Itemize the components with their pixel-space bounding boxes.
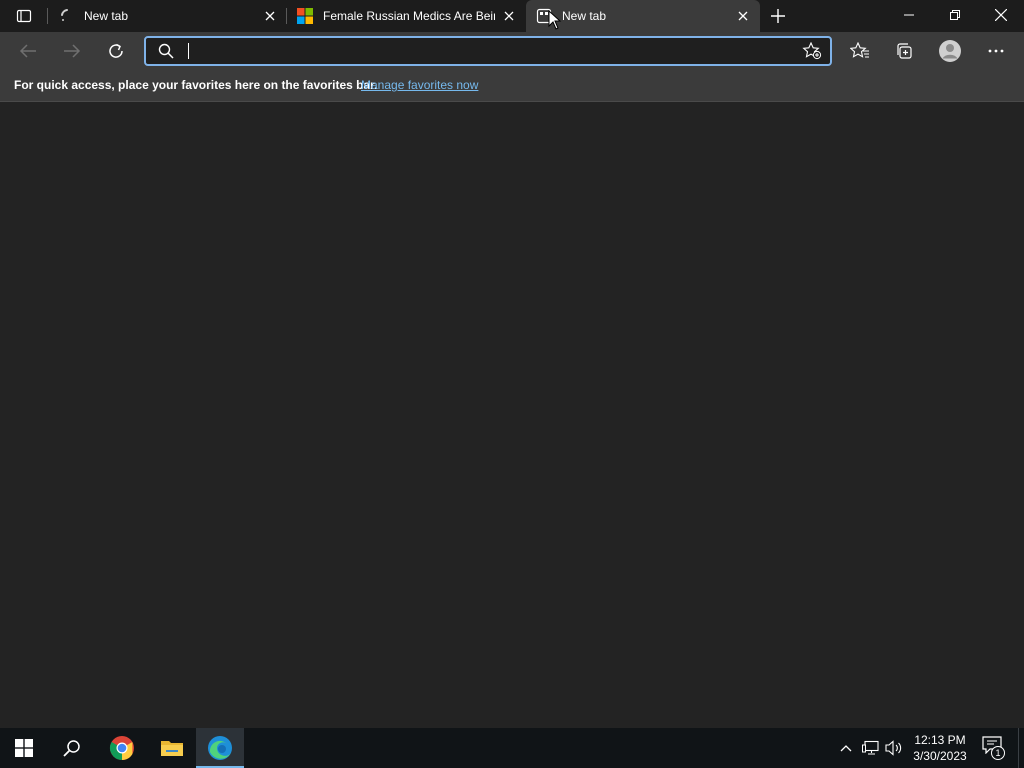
settings-more-button[interactable]: [980, 36, 1012, 66]
text-caret: [188, 43, 189, 59]
start-button[interactable]: [0, 728, 48, 768]
search-button[interactable]: [48, 728, 96, 768]
edge-taskbar-button[interactable]: [196, 728, 244, 768]
minimize-icon: [904, 14, 914, 16]
refresh-icon: [109, 43, 123, 58]
edge-icon: [208, 736, 232, 760]
chrome-icon: [109, 736, 134, 760]
show-desktop-button[interactable]: [1018, 728, 1019, 768]
clock-time: 12:13 PM: [914, 733, 966, 747]
notification-count-badge: 1: [991, 746, 1005, 760]
manage-favorites-link[interactable]: Manage favorites now: [361, 78, 478, 92]
tab-close-icon[interactable]: [262, 8, 278, 24]
avatar-icon: [939, 40, 961, 62]
show-hidden-icons-button[interactable]: [836, 728, 856, 768]
clock-date: 3/30/2023: [913, 749, 967, 763]
browser-toolbar: [0, 32, 1024, 70]
plus-icon: [771, 9, 785, 23]
tab-new-tab-1[interactable]: New tab: [48, 0, 286, 32]
minimize-button[interactable]: [886, 0, 932, 30]
page-content: [0, 103, 1024, 728]
chrome-taskbar-button[interactable]: [98, 728, 146, 768]
close-window-button[interactable]: [978, 0, 1024, 30]
profile-button[interactable]: [934, 36, 966, 66]
tab-close-icon[interactable]: [735, 8, 751, 24]
search-icon: [63, 740, 80, 757]
back-button[interactable]: [12, 36, 44, 66]
forward-button[interactable]: [56, 36, 88, 66]
taskbar: 12:13 PM 3/30/2023 1: [0, 728, 1024, 768]
arrow-left-icon: [19, 44, 36, 58]
windows-logo-icon: [15, 739, 33, 757]
speaker-icon: [885, 740, 902, 756]
address-bar[interactable]: [144, 36, 832, 66]
mouse-cursor-icon: [548, 10, 562, 30]
folder-icon: [161, 741, 183, 756]
more-dots-icon: [988, 49, 1004, 53]
address-input[interactable]: [184, 41, 784, 61]
refresh-button[interactable]: [100, 36, 132, 66]
tab-female-russian-medics[interactable]: Female Russian Medics Are Being: [287, 0, 525, 32]
taskbar-clock[interactable]: 12:13 PM 3/30/2023: [905, 732, 975, 764]
favorites-star-icon: [850, 42, 869, 58]
tab-strip: New tab Female Russian Medics Are Being: [0, 0, 1024, 32]
tab-actions-button[interactable]: [8, 4, 40, 28]
favorites-bar: For quick access, place your favorites h…: [0, 70, 1024, 102]
loading-icon: [58, 8, 74, 24]
chevron-up-icon: [840, 745, 852, 752]
tab-title: New tab: [84, 9, 129, 23]
search-icon: [158, 43, 174, 59]
tab-title: New tab: [562, 9, 607, 23]
network-icon: [862, 740, 879, 755]
new-tab-button[interactable]: [764, 4, 792, 28]
tab-close-icon[interactable]: [501, 8, 517, 24]
restore-button[interactable]: [932, 0, 978, 30]
add-favorite-button[interactable]: [802, 42, 822, 60]
star-plus-icon: [802, 42, 822, 60]
restore-icon: [950, 10, 960, 20]
microsoft-logo-icon: [297, 8, 313, 24]
collections-icon: [897, 43, 912, 59]
favorites-button[interactable]: [844, 36, 876, 66]
action-center-button[interactable]: 1: [982, 736, 1006, 760]
network-button[interactable]: [860, 728, 882, 768]
close-icon: [995, 9, 1007, 21]
tab-title: Female Russian Medics Are Being: [323, 9, 495, 23]
favorites-bar-message: For quick access, place your favorites h…: [14, 78, 378, 92]
file-explorer-taskbar-button[interactable]: [148, 728, 196, 768]
collections-button[interactable]: [888, 36, 920, 66]
tab-actions-icon: [16, 9, 32, 23]
volume-button[interactable]: [884, 728, 904, 768]
arrow-right-icon: [64, 44, 81, 58]
